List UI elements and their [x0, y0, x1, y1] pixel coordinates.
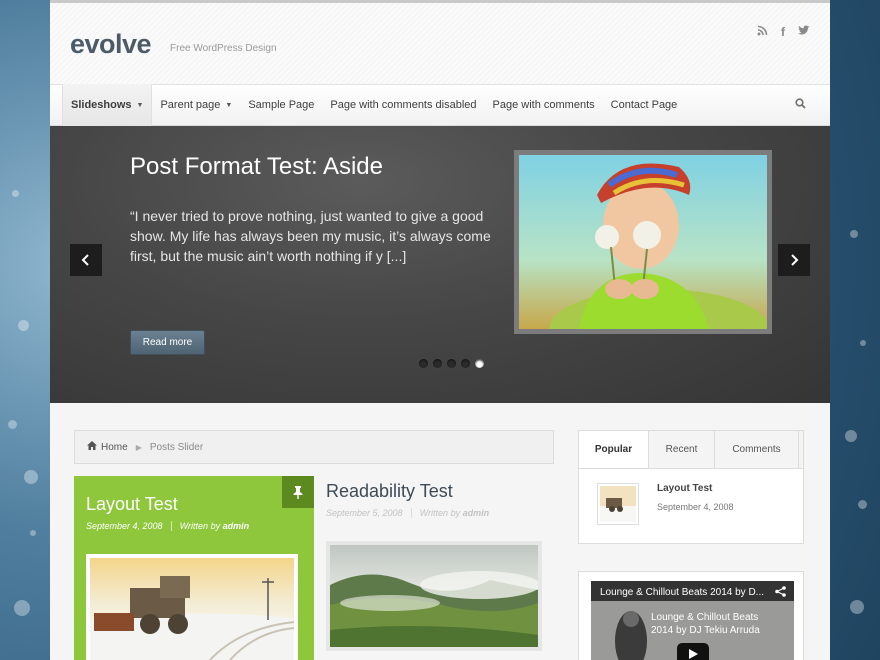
popular-post-thumbnail[interactable] [597, 483, 639, 525]
post-meta: September 4, 2008 Written by admin [86, 521, 249, 531]
site-header: evolve Free WordPress Design f [50, 0, 830, 84]
featured-slider: Post Format Test: Aside “I never tried t… [50, 126, 830, 403]
bokeh-dot [850, 230, 858, 238]
slider-dot[interactable] [461, 359, 470, 368]
post-meta: September 5, 2008 Written by admin [326, 508, 489, 518]
written-by-label: Written by [419, 508, 461, 518]
post-author-line: Written by admin [410, 508, 490, 518]
bokeh-dot [858, 500, 867, 509]
nav-item-contact-page[interactable]: Contact Page [603, 84, 686, 126]
tab-recent[interactable]: Recent [649, 431, 715, 468]
site-tagline: Free WordPress Design [170, 43, 277, 54]
tab-comments[interactable]: Comments [715, 431, 799, 468]
rss-icon[interactable] [756, 25, 768, 39]
search-icon[interactable] [795, 98, 806, 112]
post-card-sticky: Layout Test September 4, 2008 Written by… [74, 476, 314, 660]
slide-title[interactable]: Post Format Test: Aside [130, 153, 383, 181]
post-author[interactable]: admin [223, 521, 250, 531]
site-logo[interactable]: evolve [70, 29, 152, 60]
pin-icon [282, 476, 314, 508]
bokeh-dot [12, 190, 19, 197]
post-title[interactable]: Readability Test [326, 481, 453, 502]
slider-dot[interactable] [475, 359, 484, 368]
post-date[interactable]: September 5, 2008 [326, 508, 403, 518]
slider-prev-button[interactable] [70, 244, 102, 276]
slider-dot[interactable] [433, 359, 442, 368]
nav-item-label: Slideshows [71, 99, 132, 111]
post-thumbnail[interactable] [326, 541, 542, 651]
video-player[interactable]: Lounge & Chillout Beats 2014 by D... Lou… [591, 581, 794, 660]
nav-item-label: Sample Page [248, 99, 315, 111]
home-icon [87, 441, 97, 453]
nav-item-label: Parent page [160, 99, 221, 111]
breadcrumb-home-link[interactable]: Home [101, 442, 128, 453]
slide-excerpt: “I never tried to prove nothing, just wa… [130, 208, 491, 264]
bokeh-dot [24, 470, 38, 484]
post-author-line: Written by admin [170, 521, 250, 531]
nav-item-sample-page[interactable]: Sample Page [240, 84, 322, 126]
breadcrumb: Home ▶ Posts Slider [74, 430, 554, 464]
video-caption-line: Lounge & Chillout Beats [651, 612, 759, 623]
read-more-button[interactable]: Read more [130, 330, 205, 355]
twitter-icon[interactable] [798, 25, 810, 39]
bokeh-dot [14, 600, 30, 616]
bokeh-dot [30, 530, 36, 536]
play-button[interactable] [677, 643, 709, 660]
chevron-down-icon: ▼ [225, 101, 233, 109]
bokeh-dot [845, 430, 857, 442]
popular-post-text: Layout Test September 4, 2008 [657, 483, 734, 525]
widget-tabs: Popular Recent Comments [579, 431, 803, 469]
bokeh-dot [860, 340, 866, 346]
slider-next-button[interactable] [778, 244, 810, 276]
post-title[interactable]: Layout Test [86, 494, 178, 515]
bokeh-dot [850, 600, 864, 614]
tab-popular[interactable]: Popular [579, 431, 649, 468]
post-date[interactable]: September 4, 2008 [86, 521, 163, 531]
slide-image[interactable] [514, 150, 772, 369]
nav-item-label: Page with comments [492, 99, 595, 111]
slider-pagination [419, 359, 484, 368]
chevron-right-icon: ▶ [135, 442, 142, 452]
page-container: evolve Free WordPress Design f Slideshow… [50, 0, 830, 660]
content-area: Home ▶ Posts Slider Layout Test Septembe… [50, 403, 830, 660]
nav-item-parent-page[interactable]: Parent page ▼ [152, 84, 240, 126]
nav-item-comments-disabled[interactable]: Page with comments disabled [322, 84, 484, 126]
tabs-widget: Popular Recent Comments Layout Test Sept… [578, 430, 804, 544]
bokeh-dot [18, 320, 29, 331]
video-title[interactable]: Lounge & Chillout Beats 2014 by D... [600, 587, 765, 598]
facebook-icon[interactable]: f [777, 25, 789, 39]
share-icon[interactable] [775, 586, 786, 600]
chevron-down-icon: ▼ [136, 101, 144, 109]
social-links: f [756, 25, 810, 39]
nav-item-label: Contact Page [610, 99, 678, 111]
slider-dot[interactable] [419, 359, 428, 368]
nav-item-slideshows[interactable]: Slideshows ▼ [62, 84, 153, 126]
slider-dot[interactable] [447, 359, 456, 368]
post-thumbnail[interactable] [86, 554, 298, 660]
post-author[interactable]: admin [463, 508, 490, 518]
video-widget: Lounge & Chillout Beats 2014 by D... Lou… [578, 571, 804, 660]
bokeh-dot [8, 420, 17, 429]
video-caption-line: 2014 by DJ Tekiu Arruda [651, 625, 760, 636]
video-caption: Lounge & Chillout Beats 2014 by DJ Tekiu… [651, 611, 760, 637]
popular-post-item[interactable]: Layout Test September 4, 2008 [579, 469, 803, 525]
popular-post-title[interactable]: Layout Test [657, 483, 734, 494]
popular-post-date: September 4, 2008 [657, 502, 734, 512]
main-navigation: Slideshows ▼ Parent page ▼ Sample Page Pag… [50, 84, 830, 126]
nav-item-label: Page with comments disabled [330, 99, 477, 111]
written-by-label: Written by [179, 521, 221, 531]
breadcrumb-current: Posts Slider [149, 441, 204, 453]
nav-item-page-with-comments[interactable]: Page with comments [485, 84, 603, 126]
